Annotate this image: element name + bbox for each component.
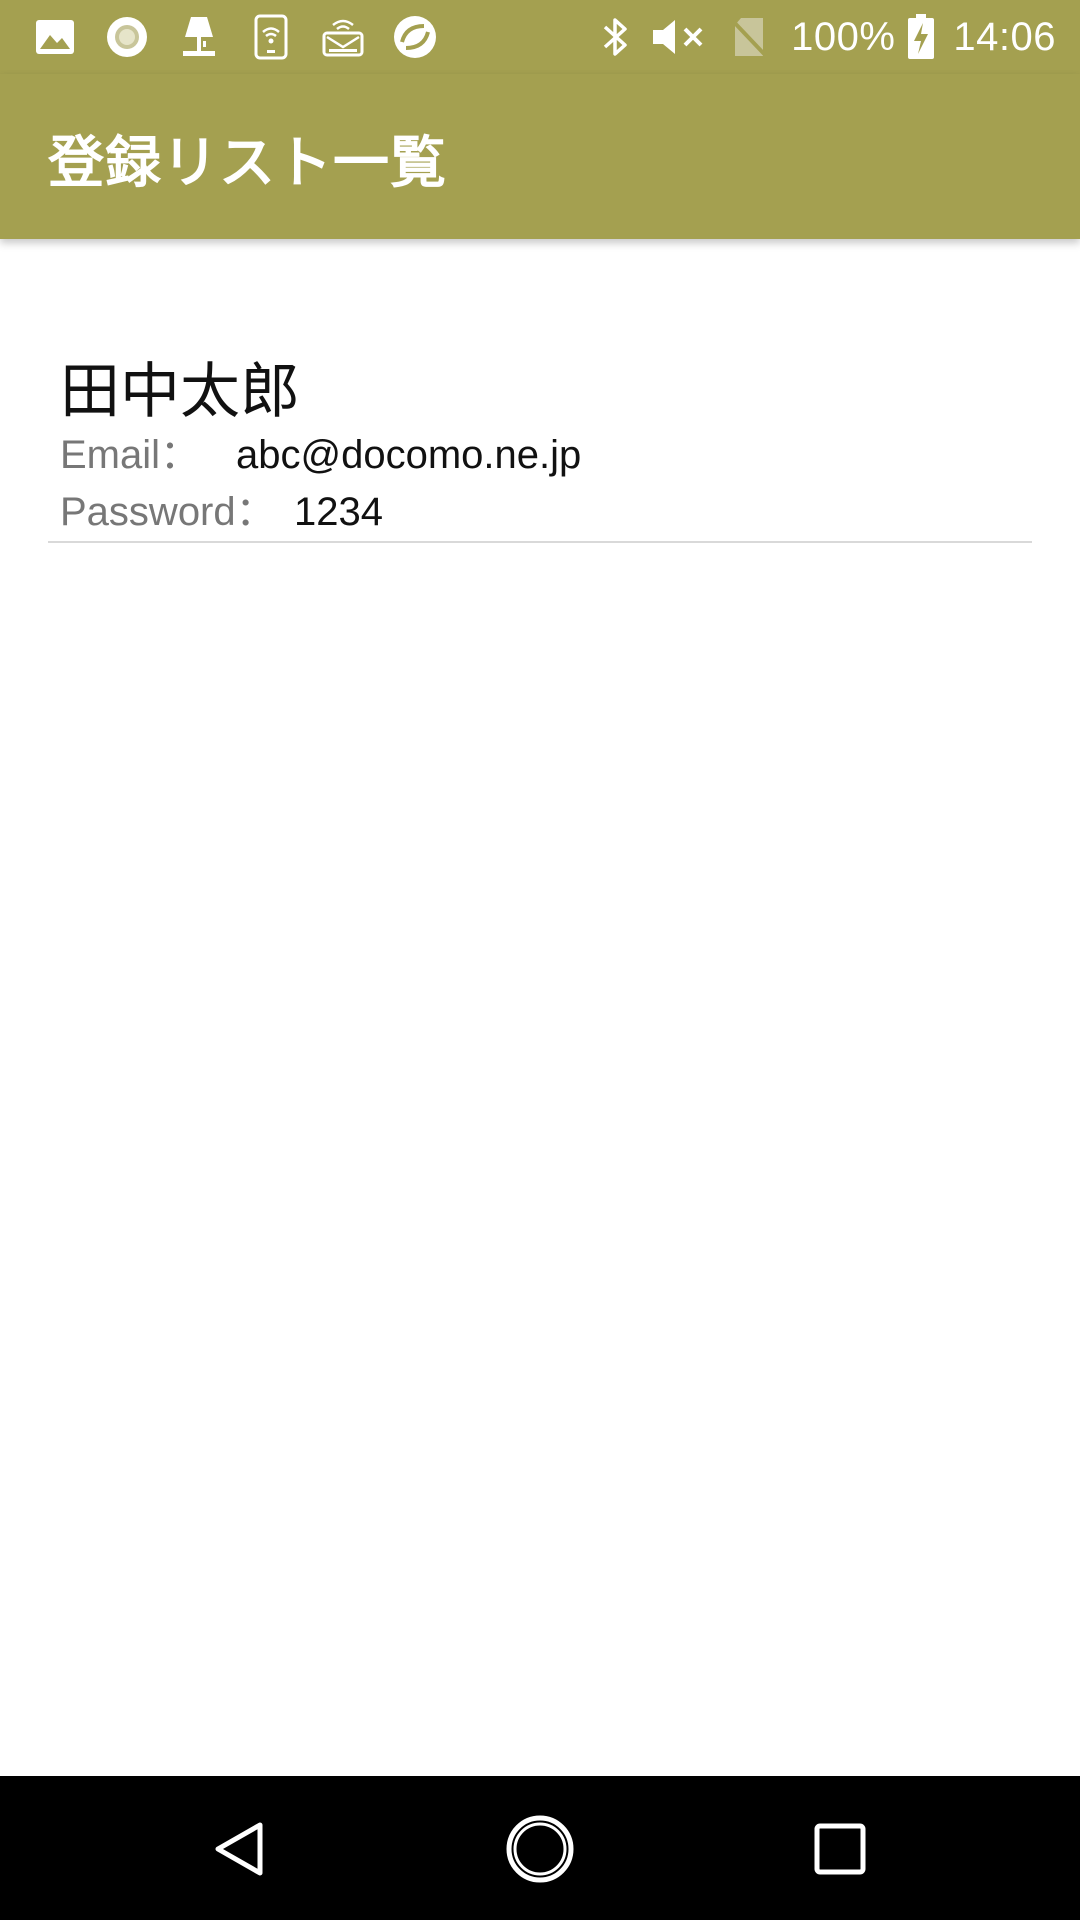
sync-icon: [392, 14, 438, 60]
router-icon: [320, 14, 366, 60]
password-value: 1234: [294, 490, 383, 534]
item-name: 田中太郎: [60, 357, 300, 427]
password-label: Password：: [60, 490, 276, 534]
email-row: Email： abc@docomo.ne.jp: [60, 422, 581, 480]
battery-percent: 100%: [791, 14, 896, 59]
phone-wifi-icon: [248, 14, 294, 60]
screen: 100% 14:06 登録リスト一覧 田中太郎 Email： abc@docomo…: [0, 0, 1080, 1920]
email-value: abc@docomo.ne.jp: [236, 433, 582, 477]
ring-icon: [104, 14, 150, 60]
image-icon: [32, 14, 78, 60]
lamp-icon: [176, 14, 222, 60]
recents-button[interactable]: [804, 1813, 876, 1885]
list-item[interactable]: 田中太郎 Email： abc@docomo.ne.jp Password： 123…: [48, 239, 1032, 544]
page-title: 登録リスト一覧: [48, 131, 447, 196]
home-icon: [506, 1815, 574, 1883]
navigation-bar: [0, 1776, 1080, 1920]
mute-icon: [651, 14, 707, 60]
app-bar: 登録リスト一覧: [0, 74, 1080, 239]
no-sim-icon: [729, 14, 769, 60]
status-bar: 100% 14:06: [0, 0, 1080, 74]
recents-icon: [814, 1823, 866, 1875]
system-status: 100% 14:06: [601, 14, 1056, 60]
home-button[interactable]: [504, 1813, 576, 1885]
back-icon: [215, 1822, 263, 1876]
back-button[interactable]: [204, 1813, 276, 1885]
password-row: Password： 1234: [60, 479, 383, 537]
battery-charging-icon: [907, 14, 935, 60]
notification-icons: [32, 14, 464, 60]
email-label: Email：: [60, 433, 201, 477]
bluetooth-icon: [601, 14, 629, 60]
divider: [48, 541, 1032, 543]
clock: 14:06: [953, 14, 1056, 59]
